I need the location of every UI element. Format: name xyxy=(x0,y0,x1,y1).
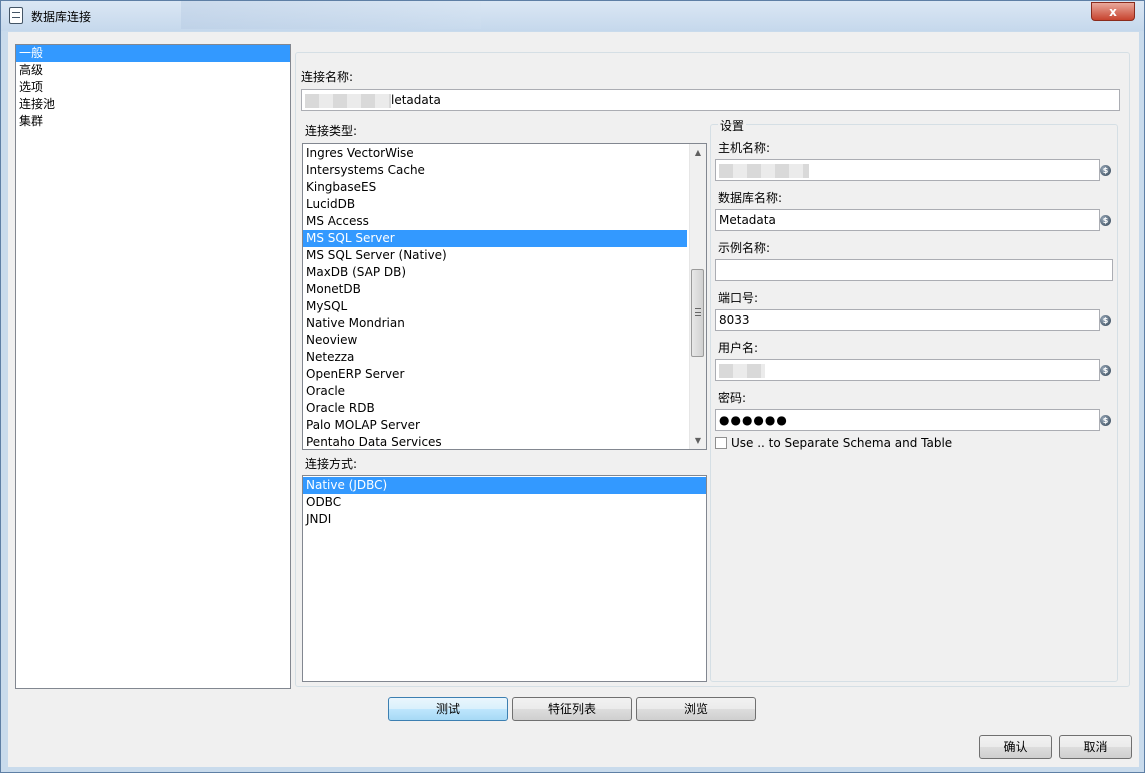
database-label: 数据库名称: xyxy=(718,191,783,205)
connection-type-label: 连接类型: xyxy=(305,124,358,138)
feature-list-button[interactable]: 特征列表 xyxy=(512,697,632,721)
username-input[interactable] xyxy=(715,359,1100,381)
separate-schema-label: Use .. to Separate Schema and Table xyxy=(731,436,953,450)
nav-item-pooling[interactable]: 连接池 xyxy=(16,96,290,113)
access-method-list[interactable]: Native (JDBC) ODBC JNDI xyxy=(302,475,707,682)
settings-group xyxy=(710,124,1118,682)
access-method-list-item[interactable]: Native (JDBC) xyxy=(303,477,706,494)
title-bar[interactable]: 数据库连接 x xyxy=(1,1,1144,31)
connection-type-list-item[interactable]: MS SQL Server (Native) xyxy=(303,247,687,264)
connection-name-value: letadata xyxy=(391,93,441,107)
access-method-label: 连接方式: xyxy=(305,457,358,471)
dialog-window: 数据库连接 x 一般 高级 选项 连接池 集群 连接名称: letadata 连… xyxy=(0,0,1145,773)
connection-type-list-item[interactable]: OpenERP Server xyxy=(303,366,687,383)
database-icon xyxy=(9,7,23,24)
connection-type-list[interactable]: Ingres VectorWise Intersystems Cache Kingb… xyxy=(302,143,707,450)
access-method-list-item[interactable]: JNDI xyxy=(303,511,706,528)
connection-type-list-item[interactable]: MaxDB (SAP DB) xyxy=(303,264,687,281)
connection-type-list-item[interactable]: LucidDB xyxy=(303,196,687,213)
connection-type-list-item[interactable]: KingbaseES xyxy=(303,179,687,196)
connection-type-list-item[interactable]: Netezza xyxy=(303,349,687,366)
connection-name-input[interactable]: letadata xyxy=(301,89,1120,111)
scroll-up-icon[interactable]: ▲ xyxy=(690,144,706,161)
access-method-list-item[interactable]: ODBC xyxy=(303,494,706,511)
ok-button[interactable]: 确认 xyxy=(979,735,1052,759)
scroll-thumb[interactable] xyxy=(691,269,704,357)
variable-icon[interactable]: $ xyxy=(1100,415,1111,426)
variable-icon[interactable]: $ xyxy=(1100,365,1111,376)
port-label: 端口号: xyxy=(718,291,759,305)
connection-type-list-item[interactable]: Palo MOLAP Server xyxy=(303,417,687,434)
redacted-text xyxy=(719,363,765,378)
connection-type-scrollbar[interactable]: ▲ ▼ xyxy=(689,144,706,449)
test-button[interactable]: 测试 xyxy=(388,697,508,721)
variable-icon[interactable]: $ xyxy=(1100,315,1111,326)
dialog-client-area: 一般 高级 选项 连接池 集群 连接名称: letadata 连接类型: Ing… xyxy=(8,32,1139,767)
explore-button[interactable]: 浏览 xyxy=(636,697,756,721)
nav-item-general[interactable]: 一般 xyxy=(16,45,290,62)
database-input[interactable]: Metadata xyxy=(715,209,1100,231)
connection-type-list-item[interactable]: Oracle xyxy=(303,383,687,400)
cancel-button[interactable]: 取消 xyxy=(1059,735,1132,759)
connection-type-list-item[interactable]: Native Mondrian xyxy=(303,315,687,332)
connection-name-label: 连接名称: xyxy=(301,70,354,84)
connection-type-list-item[interactable]: MySQL xyxy=(303,298,687,315)
connection-type-list-item[interactable]: Neoview xyxy=(303,332,687,349)
connection-type-list-item[interactable]: Ingres VectorWise xyxy=(303,145,687,162)
connection-type-list-item[interactable]: Oracle RDB xyxy=(303,400,687,417)
connection-type-list-item[interactable]: MS Access xyxy=(303,213,687,230)
redacted-text xyxy=(719,163,809,178)
grip-icon xyxy=(695,308,701,316)
nav-item-options[interactable]: 选项 xyxy=(16,79,290,96)
port-input[interactable]: 8033 xyxy=(715,309,1100,331)
username-label: 用户名: xyxy=(718,341,759,355)
instance-input[interactable] xyxy=(715,259,1113,281)
connection-type-list-item[interactable]: Pentaho Data Services xyxy=(303,434,687,449)
scroll-down-icon[interactable]: ▼ xyxy=(690,432,706,449)
host-input[interactable] xyxy=(715,159,1100,181)
variable-icon[interactable]: $ xyxy=(1100,165,1111,176)
redacted-text xyxy=(305,93,391,108)
background-app-blur xyxy=(181,1,481,29)
separate-schema-checkbox[interactable] xyxy=(715,437,727,449)
connection-type-list-item[interactable]: MonetDB xyxy=(303,281,687,298)
settings-group-label: 设置 xyxy=(718,117,747,134)
variable-icon[interactable]: $ xyxy=(1100,215,1111,226)
password-input[interactable]: ●●●●●● xyxy=(715,409,1100,431)
password-label: 密码: xyxy=(718,391,747,405)
host-label: 主机名称: xyxy=(718,141,771,155)
connection-type-list-item[interactable]: Intersystems Cache xyxy=(303,162,687,179)
instance-label: 示例名称: xyxy=(718,241,771,255)
section-nav-list[interactable]: 一般 高级 选项 连接池 集群 xyxy=(15,44,291,689)
window-title: 数据库连接 xyxy=(31,10,92,24)
nav-item-advanced[interactable]: 高级 xyxy=(16,62,290,79)
connection-type-list-item[interactable]: MS SQL Server xyxy=(303,230,687,247)
close-button[interactable]: x xyxy=(1091,2,1135,21)
connection-type-items: Ingres VectorWise Intersystems Cache Kingb… xyxy=(303,145,687,449)
nav-item-cluster[interactable]: 集群 xyxy=(16,113,290,130)
